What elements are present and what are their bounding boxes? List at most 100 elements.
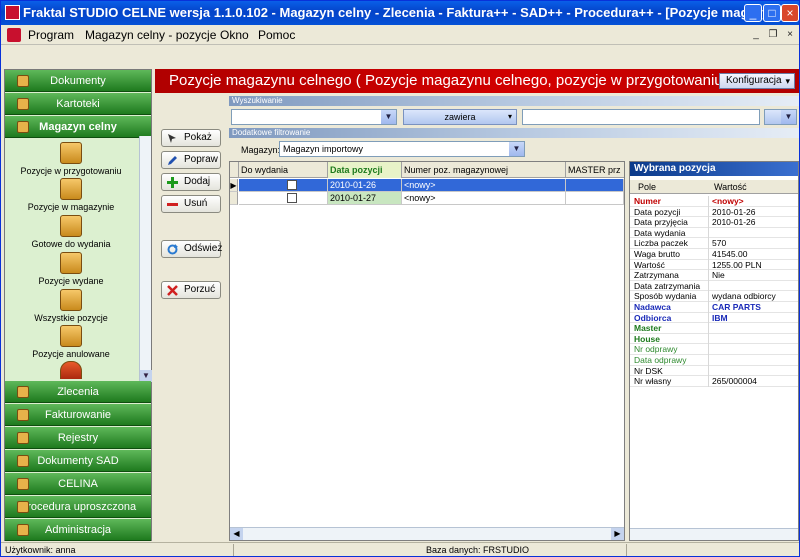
- warehouse-select[interactable]: Magazyn importowy ▼: [279, 141, 525, 157]
- search-field-select[interactable]: ▼: [231, 109, 397, 125]
- scroll-right-icon[interactable]: ▶: [611, 528, 624, 540]
- mdi-restore-button[interactable]: ❐: [766, 28, 780, 42]
- abandon-button-label: Porzuć: [184, 284, 216, 295]
- delete-button[interactable]: Usuń: [161, 195, 221, 213]
- minimize-button[interactable]: _: [744, 4, 762, 22]
- documents-icon: [17, 75, 29, 87]
- cell-master[interactable]: [566, 179, 624, 192]
- detail-row[interactable]: Nadawca CAR PARTS: [630, 302, 798, 313]
- title-bar[interactable]: Fraktal STUDIO CELNE wersja 1.1.0.102 - …: [1, 1, 799, 25]
- add-button[interactable]: Dodaj: [161, 173, 221, 191]
- nav-item-ready[interactable]: Gotowe do wydania: [5, 215, 137, 249]
- detail-row[interactable]: Nr DSK: [630, 365, 798, 377]
- detail-row[interactable]: Wartość 1255.00 PLN: [630, 259, 798, 271]
- detail-row[interactable]: Data przyjęcia 2010-01-26: [630, 217, 798, 228]
- detail-row[interactable]: Nr własny 265/000004: [630, 376, 798, 387]
- grid-horizontal-scrollbar[interactable]: ◀ ▶: [230, 527, 624, 540]
- configuration-button[interactable]: Konfiguracja: [719, 73, 795, 89]
- cell-numer[interactable]: <nowy>: [402, 192, 566, 205]
- nav-group-dokumenty[interactable]: Dokumenty: [5, 70, 151, 92]
- detail-row[interactable]: Data zatrzymania: [630, 280, 798, 292]
- detail-row[interactable]: Odbiorca IBM: [630, 312, 798, 324]
- detail-value: IBM: [712, 312, 728, 323]
- nav-group-label: Administracja: [44, 524, 112, 536]
- refresh-button[interactable]: Odśwież: [161, 240, 222, 258]
- cell-do-wydania[interactable]: [239, 192, 328, 205]
- menu-bar: Program Magazyn celny - pozycje Okno Pom…: [1, 25, 799, 45]
- detail-row[interactable]: Master: [630, 323, 798, 334]
- search-mode-button[interactable]: zawiera: [403, 109, 517, 125]
- detail-row[interactable]: House: [630, 333, 798, 345]
- nav-item-all[interactable]: Wszystkie pozycje: [5, 289, 137, 323]
- document-icon[interactable]: [7, 28, 21, 42]
- detail-row[interactable]: Waga brutto 41545.00: [630, 249, 798, 260]
- detail-row[interactable]: Data wydania: [630, 227, 798, 239]
- chevron-down-icon[interactable]: ▼: [509, 142, 524, 156]
- table-row[interactable]: 2010-01-27 <nowy>: [230, 192, 624, 205]
- cell-data-pozycji[interactable]: 2010-01-26: [328, 179, 402, 192]
- nav-item-cancelled[interactable]: Pozycje anulowane: [5, 325, 137, 359]
- nav-group-dokumenty-sad[interactable]: Dokumenty SAD: [5, 450, 151, 472]
- menu-window[interactable]: Okno: [220, 27, 249, 43]
- cell-do-wydania[interactable]: [239, 179, 328, 192]
- column-header-data-pozycji[interactable]: Data pozycji: [328, 162, 402, 178]
- detail-row[interactable]: Nr odprawy: [630, 344, 798, 355]
- detail-value: 41545.00: [712, 249, 748, 259]
- menu-warehouse-items[interactable]: Magazyn celny - pozycje: [85, 27, 216, 43]
- menu-program[interactable]: Program: [28, 27, 74, 43]
- mdi-minimize-button[interactable]: _: [749, 28, 763, 42]
- detail-separator: [708, 227, 709, 239]
- nav-group-administracja[interactable]: Administracja: [5, 519, 151, 541]
- nav-item-in-preparation[interactable]: Pozycje w przygotowaniu: [5, 142, 137, 176]
- release-checkbox[interactable]: [287, 180, 297, 190]
- column-header-master[interactable]: MASTER prz: [566, 162, 624, 178]
- mdi-close-button[interactable]: ×: [783, 28, 797, 42]
- nav-group-kartoteki[interactable]: Kartoteki: [5, 93, 151, 115]
- column-header-do-wydania[interactable]: Do wydania: [239, 162, 328, 178]
- chevron-down-icon[interactable]: ▼: [381, 110, 396, 124]
- detail-row[interactable]: Numer <nowy>: [630, 196, 798, 207]
- abandon-button[interactable]: Porzuć: [161, 281, 221, 299]
- cell-master[interactable]: [566, 192, 624, 205]
- pointer-icon: [168, 134, 176, 143]
- nav-group-fakturowanie[interactable]: Fakturowanie: [5, 404, 151, 426]
- detail-row[interactable]: Data odprawy: [630, 355, 798, 366]
- plus-icon: [167, 177, 178, 188]
- edit-button[interactable]: Popraw: [161, 151, 221, 169]
- detail-row[interactable]: Zatrzymana Nie: [630, 270, 798, 281]
- detail-separator: [708, 259, 709, 271]
- maximize-button[interactable]: □: [763, 4, 781, 22]
- nav-group-rejestry[interactable]: Rejestry: [5, 427, 151, 449]
- show-button[interactable]: Pokaż: [161, 129, 221, 147]
- detail-row[interactable]: Sposób wydania wydana odbiorcy: [630, 291, 798, 302]
- minus-icon: [167, 203, 178, 206]
- detail-field: Data wydania: [634, 227, 686, 238]
- detail-row[interactable]: Data pozycji 2010-01-26: [630, 206, 798, 218]
- nav-group-zlecenia[interactable]: Zlecenia: [5, 381, 151, 403]
- cell-numer[interactable]: <nowy>: [402, 179, 566, 192]
- column-header-numer[interactable]: Numer poz. magazynowej: [402, 162, 566, 178]
- search-input[interactable]: [522, 109, 760, 125]
- nav-item-released[interactable]: Pozycje wydane: [5, 252, 137, 286]
- row-indicator-icon: ▶: [230, 179, 238, 192]
- release-checkbox[interactable]: [287, 193, 297, 203]
- invoicing-icon: [17, 409, 29, 421]
- detail-separator: [708, 217, 709, 228]
- search-options-button[interactable]: ▼: [764, 109, 797, 125]
- celina-icon: [17, 478, 29, 490]
- nav-item-partial[interactable]: [5, 361, 137, 379]
- sidebar-scrollbar[interactable]: ▼: [139, 136, 152, 382]
- close-button[interactable]: ×: [781, 4, 799, 22]
- cell-data-pozycji[interactable]: 2010-01-27: [328, 192, 402, 205]
- nav-item-in-warehouse[interactable]: Pozycje w magazynie: [5, 178, 137, 212]
- scroll-left-icon[interactable]: ◀: [230, 528, 243, 540]
- menu-help[interactable]: Pomoc: [258, 27, 295, 43]
- detail-row[interactable]: Liczba paczek 570: [630, 238, 798, 249]
- details-horizontal-scrollbar[interactable]: [630, 528, 798, 540]
- nav-group-celina[interactable]: CELINA: [5, 473, 151, 495]
- show-button-label: Pokaż: [184, 132, 212, 143]
- nav-group-procedura[interactable]: Procedura uproszczona: [5, 496, 151, 518]
- nav-group-magazyn-celny[interactable]: Magazyn celny: [5, 116, 151, 138]
- table-row[interactable]: ▶ 2010-01-26 <nowy>: [230, 179, 624, 192]
- status-user: Użytkownik: anna: [5, 545, 76, 555]
